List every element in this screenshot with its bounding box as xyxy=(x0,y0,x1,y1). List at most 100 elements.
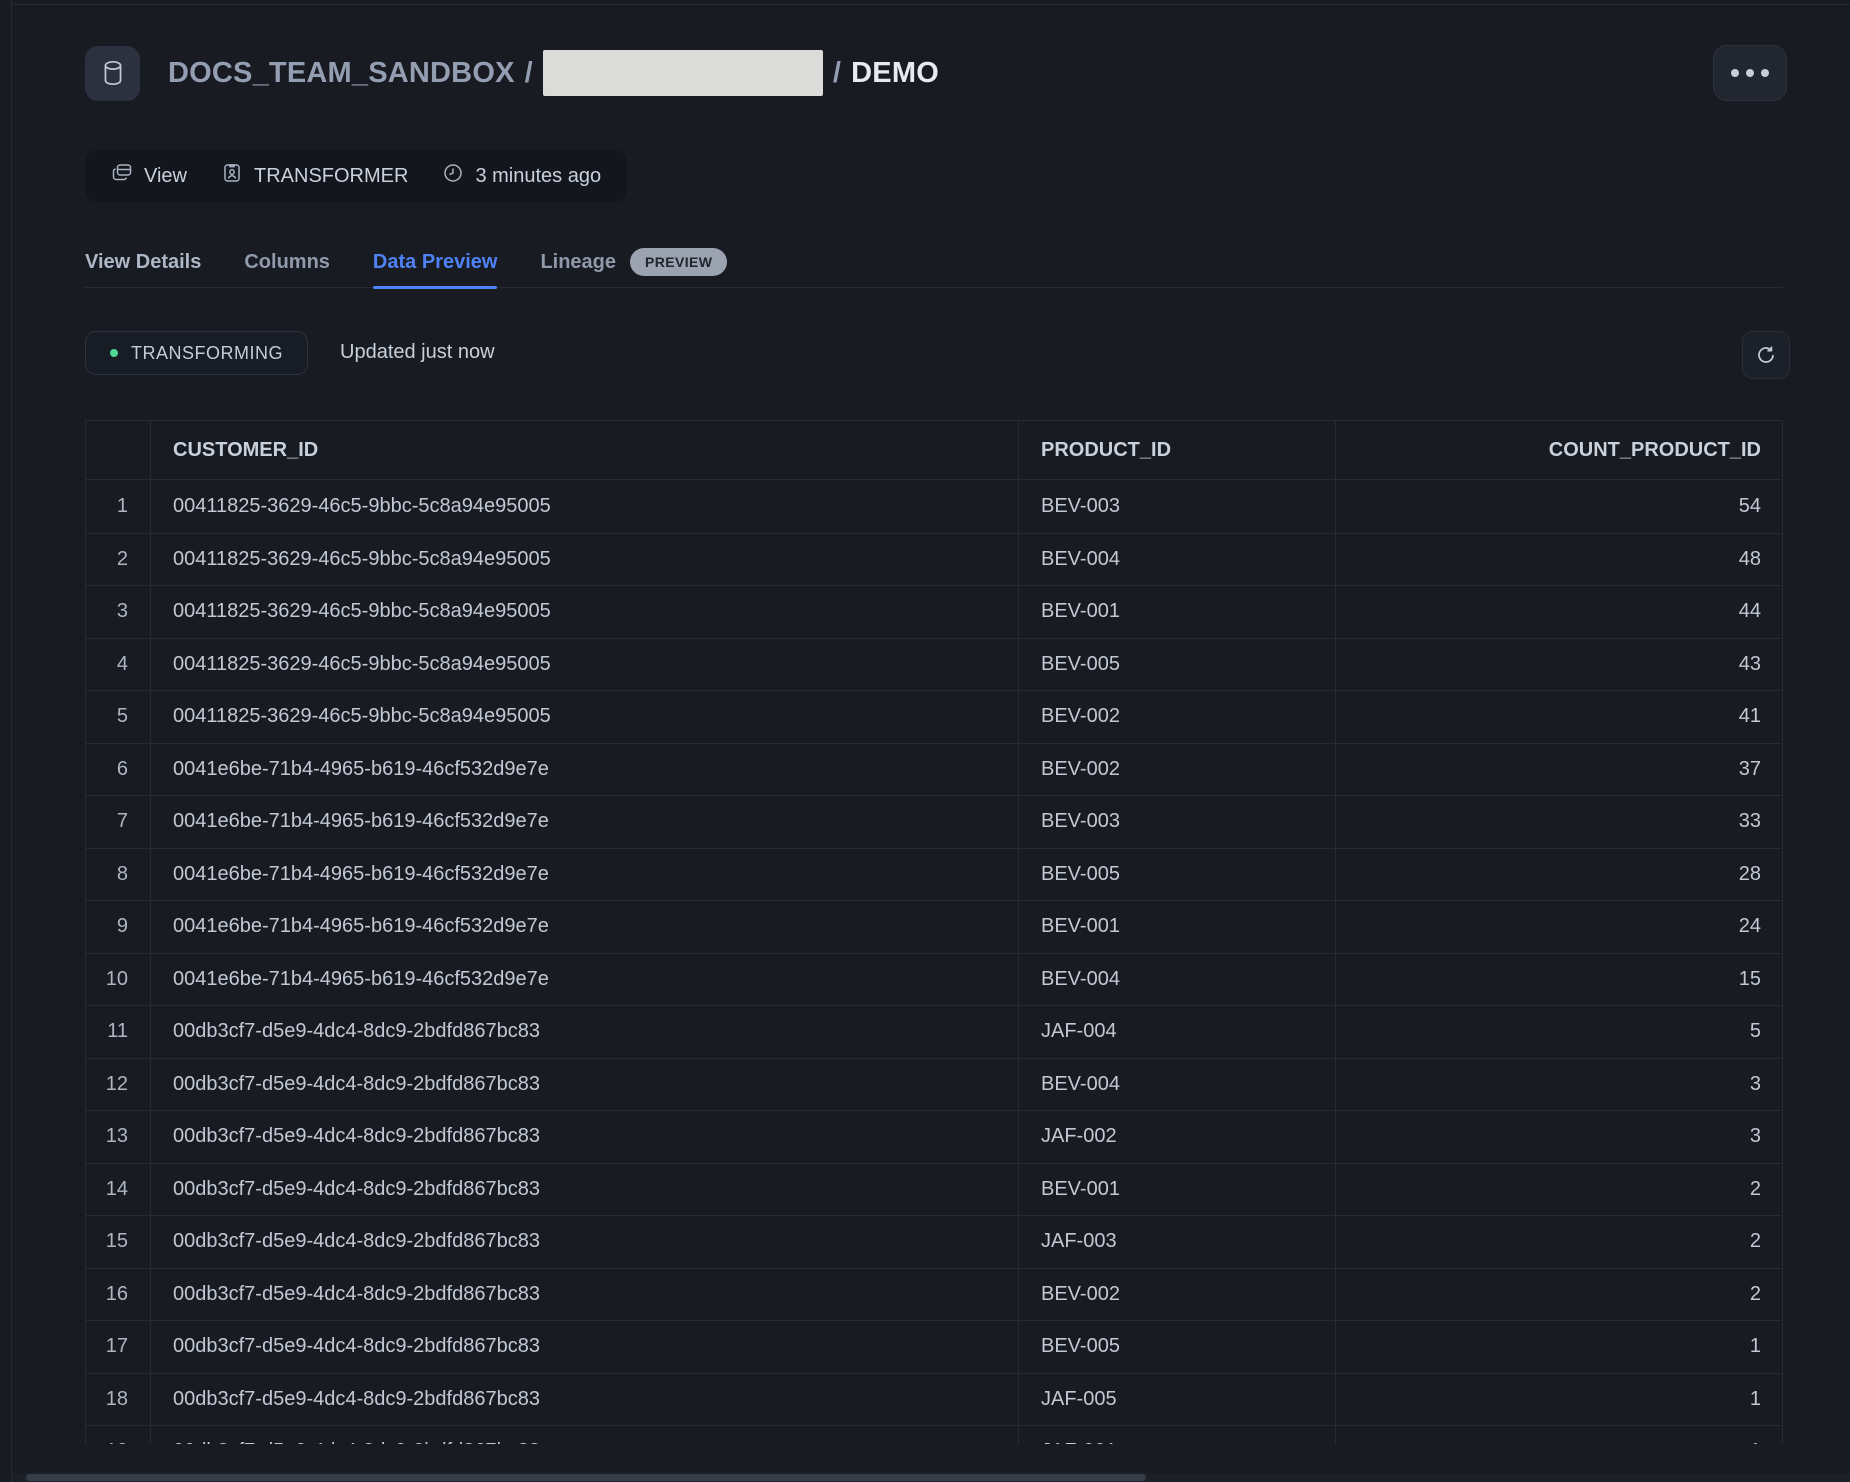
ellipsis-icon xyxy=(1731,69,1739,77)
table-row: 9 0041e6be-71b4-4965-b619-46cf532d9e7e B… xyxy=(86,900,1782,953)
product-id-cell: BEV-004 xyxy=(1019,1059,1336,1111)
tab-lineage[interactable]: Lineage PREVIEW xyxy=(540,236,727,288)
product-id-cell: JAF-005 xyxy=(1019,1374,1336,1426)
tab-data-preview[interactable]: Data Preview xyxy=(373,236,498,288)
customer-id-cell: 0041e6be-71b4-4965-b619-46cf532d9e7e xyxy=(151,954,1019,1006)
tab-columns[interactable]: Columns xyxy=(244,236,330,288)
row-number-cell: 16 xyxy=(86,1269,151,1321)
table-row: 5 00411825-3629-46c5-9bbc-5c8a94e95005 B… xyxy=(86,690,1782,743)
row-number-cell: 1 xyxy=(86,480,151,533)
transformer-badge-icon xyxy=(221,162,243,190)
product-id-cell: BEV-002 xyxy=(1019,1269,1336,1321)
row-number-cell: 9 xyxy=(86,901,151,953)
product-id-cell: BEV-001 xyxy=(1019,901,1336,953)
customer-id-cell: 00db3cf7-d5e9-4dc4-8dc9-2bdfd867bc83 xyxy=(151,1269,1019,1321)
product-id-cell: BEV-004 xyxy=(1019,534,1336,586)
row-number-cell: 5 xyxy=(86,691,151,743)
object-updated-label: 3 minutes ago xyxy=(475,165,601,188)
table-row: 6 0041e6be-71b4-4965-b619-46cf532d9e7e B… xyxy=(86,743,1782,796)
customer-id-cell: 00db3cf7-d5e9-4dc4-8dc9-2bdfd867bc83 xyxy=(151,1321,1019,1373)
scrollbar-thumb[interactable] xyxy=(26,1474,1146,1481)
row-number-cell: 3 xyxy=(86,586,151,638)
table-row: 19 00db3cf7-d5e9-4dc4-8dc9-2bdfd867bc83 … xyxy=(86,1425,1782,1444)
refresh-icon xyxy=(1754,343,1778,367)
row-number-cell: 17 xyxy=(86,1321,151,1373)
count-product-id-header: COUNT_PRODUCT_ID xyxy=(1336,421,1782,479)
object-meta-bar: View TRANSFORMER 3 minutes ago xyxy=(85,150,627,202)
count-cell: 1 xyxy=(1336,1321,1782,1373)
product-id-cell: BEV-003 xyxy=(1019,480,1336,533)
table-row: 7 0041e6be-71b4-4965-b619-46cf532d9e7e B… xyxy=(86,795,1782,848)
status-dot-icon xyxy=(110,349,118,357)
table-row: 3 00411825-3629-46c5-9bbc-5c8a94e95005 B… xyxy=(86,585,1782,638)
more-options-button[interactable] xyxy=(1713,45,1787,101)
table-row: 12 00db3cf7-d5e9-4dc4-8dc9-2bdfd867bc83 … xyxy=(86,1058,1782,1111)
customer-id-header: CUSTOMER_ID xyxy=(151,421,1019,479)
row-number-cell: 18 xyxy=(86,1374,151,1426)
row-number-cell: 19 xyxy=(86,1426,151,1444)
product-id-cell: BEV-001 xyxy=(1019,586,1336,638)
customer-id-cell: 0041e6be-71b4-4965-b619-46cf532d9e7e xyxy=(151,849,1019,901)
count-cell: 44 xyxy=(1336,586,1782,638)
tab-label: Data Preview xyxy=(373,251,498,274)
database-icon xyxy=(85,46,140,101)
count-cell: 2 xyxy=(1336,1269,1782,1321)
horizontal-scrollbar[interactable] xyxy=(12,1473,1850,1482)
product-id-cell: BEV-005 xyxy=(1019,639,1336,691)
count-cell: 33 xyxy=(1336,796,1782,848)
product-id-cell: BEV-002 xyxy=(1019,691,1336,743)
refresh-button[interactable] xyxy=(1742,331,1790,379)
count-cell: 41 xyxy=(1336,691,1782,743)
row-number-cell: 6 xyxy=(86,744,151,796)
row-number-cell: 13 xyxy=(86,1111,151,1163)
row-number-cell: 10 xyxy=(86,954,151,1006)
product-id-cell: JAF-002 xyxy=(1019,1111,1336,1163)
count-cell: 48 xyxy=(1336,534,1782,586)
count-cell: 1 xyxy=(1336,1426,1782,1444)
table-row: 4 00411825-3629-46c5-9bbc-5c8a94e95005 B… xyxy=(86,638,1782,691)
customer-id-cell: 00db3cf7-d5e9-4dc4-8dc9-2bdfd867bc83 xyxy=(151,1374,1019,1426)
table-row: 11 00db3cf7-d5e9-4dc4-8dc9-2bdfd867bc83 … xyxy=(86,1005,1782,1058)
row-number-header xyxy=(86,421,151,479)
customer-id-cell: 00db3cf7-d5e9-4dc4-8dc9-2bdfd867bc83 xyxy=(151,1164,1019,1216)
table-row: 13 00db3cf7-d5e9-4dc4-8dc9-2bdfd867bc83 … xyxy=(86,1110,1782,1163)
count-cell: 3 xyxy=(1336,1111,1782,1163)
title-separator: / xyxy=(525,57,533,90)
table-row: 10 0041e6be-71b4-4965-b619-46cf532d9e7e … xyxy=(86,953,1782,1006)
row-number-cell: 2 xyxy=(86,534,151,586)
row-number-cell: 14 xyxy=(86,1164,151,1216)
view-layers-icon xyxy=(111,162,133,190)
object-type-label: View xyxy=(144,165,187,188)
table-row: 15 00db3cf7-d5e9-4dc4-8dc9-2bdfd867bc83 … xyxy=(86,1215,1782,1268)
product-id-cell: BEV-002 xyxy=(1019,744,1336,796)
product-id-cell: JAF-003 xyxy=(1019,1216,1336,1268)
customer-id-cell: 00db3cf7-d5e9-4dc4-8dc9-2bdfd867bc83 xyxy=(151,1216,1019,1268)
row-number-cell: 11 xyxy=(86,1006,151,1058)
status-row: TRANSFORMING Updated just now xyxy=(85,331,1790,379)
count-cell: 3 xyxy=(1336,1059,1782,1111)
tab-view-details[interactable]: View Details xyxy=(85,236,201,288)
product-id-cell: BEV-001 xyxy=(1019,1164,1336,1216)
panel-left-border xyxy=(11,0,12,1482)
product-id-header: PRODUCT_ID xyxy=(1019,421,1336,479)
product-id-cell: JAF-001 xyxy=(1019,1426,1336,1444)
product-id-cell: JAF-004 xyxy=(1019,1006,1336,1058)
title-separator-2: / xyxy=(833,57,841,90)
row-number-cell: 15 xyxy=(86,1216,151,1268)
customer-id-cell: 00411825-3629-46c5-9bbc-5c8a94e95005 xyxy=(151,639,1019,691)
customer-id-cell: 0041e6be-71b4-4965-b619-46cf532d9e7e xyxy=(151,744,1019,796)
tab-label: View Details xyxy=(85,251,201,274)
customer-id-cell: 00db3cf7-d5e9-4dc4-8dc9-2bdfd867bc83 xyxy=(151,1111,1019,1163)
preview-badge: PREVIEW xyxy=(630,248,727,276)
transforming-status-badge: TRANSFORMING xyxy=(85,331,308,375)
row-number-cell: 8 xyxy=(86,849,151,901)
row-number-cell: 7 xyxy=(86,796,151,848)
count-cell: 54 xyxy=(1336,480,1782,533)
object-updated: 3 minutes ago xyxy=(442,162,601,190)
customer-id-cell: 00db3cf7-d5e9-4dc4-8dc9-2bdfd867bc83 xyxy=(151,1426,1019,1444)
status-badge-label: TRANSFORMING xyxy=(131,343,283,364)
row-number-cell: 4 xyxy=(86,639,151,691)
count-cell: 15 xyxy=(1336,954,1782,1006)
table-row: 18 00db3cf7-d5e9-4dc4-8dc9-2bdfd867bc83 … xyxy=(86,1373,1782,1426)
page-title: DOCS_TEAM_SANDBOX / / DEMO xyxy=(168,50,939,96)
